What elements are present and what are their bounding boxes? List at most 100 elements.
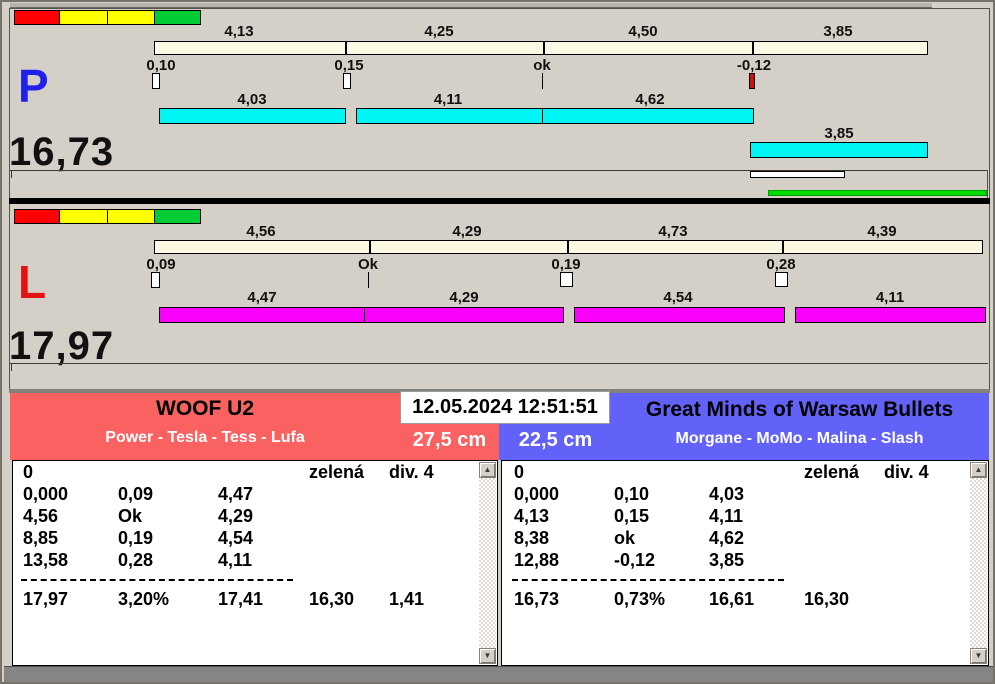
table-cell: 0,19 [118, 528, 154, 548]
start-tick [151, 272, 160, 288]
lane-l-letter: L [18, 256, 47, 308]
split-ruler-l [154, 240, 983, 254]
results-list-right[interactable]: 0 zelená div. 4 0,000 0,10 4,03 4,13 0,1… [501, 460, 989, 666]
table-cell: 0,000 [514, 484, 560, 504]
team-right-name: Great Minds of Warsaw Bullets [645, 398, 954, 421]
run-time-label: 4,47 [247, 289, 277, 306]
total-cell: 16,61 [709, 589, 755, 609]
start-tick [152, 73, 160, 89]
run-bar-l4 [795, 307, 986, 323]
run-time-label: 4,54 [663, 289, 693, 306]
status-bar [4, 666, 993, 682]
table-cell: 4,47 [218, 484, 254, 504]
table-cell: 8,85 [23, 528, 59, 548]
table-cell: Ok [118, 506, 143, 526]
start-mark-label: Ok [357, 256, 378, 273]
current-run-label: 3,85 [824, 125, 854, 142]
table-cell: 4,54 [218, 528, 254, 548]
status-light-yellow2 [107, 10, 155, 25]
results-list-left[interactable]: 0 zelená div. 4 0,000 0,09 4,47 4,56 Ok … [12, 460, 498, 666]
total-cell: 17,41 [218, 589, 264, 609]
total-cell: 16,30 [804, 589, 850, 609]
total-cell: 16,30 [309, 589, 355, 609]
table-cell: 0,10 [614, 484, 650, 504]
table-separator [21, 579, 293, 581]
split-label: 3,85 [823, 23, 853, 40]
run-bar-l2 [364, 307, 564, 323]
table-cell: 0,15 [614, 506, 650, 526]
scrollbar-right-table[interactable]: ▲ ▼ [970, 462, 987, 664]
team-right-members: Morgane - MoMo - Malina - Slash [675, 430, 924, 447]
table-cell: 3,85 [709, 550, 745, 570]
run-time-label: 4,62 [635, 91, 665, 108]
arrow-down-icon: ▼ [483, 651, 492, 660]
scroll-down-button[interactable]: ▼ [479, 648, 496, 664]
scroll-up-button[interactable]: ▲ [970, 462, 987, 478]
split-label: 4,29 [452, 223, 482, 240]
lane-divider [9, 198, 990, 204]
split-label: 4,56 [246, 223, 276, 240]
progress-marker-white [750, 171, 845, 178]
run-bar-p4 [750, 142, 928, 158]
table-separator [512, 579, 784, 581]
table-cell: 4,03 [709, 484, 745, 504]
run-time-label: 4,11 [433, 91, 463, 108]
start-tick [560, 272, 573, 287]
table-cell: zelená [804, 462, 860, 482]
table-cell: 13,58 [23, 550, 69, 570]
status-light-yellow2 [107, 209, 155, 224]
total-cell: 1,41 [389, 589, 425, 609]
start-mark-label: -0,12 [736, 57, 772, 74]
lane-l-total: 17,97 [9, 324, 115, 368]
team-left-name: WOOF U2 [156, 397, 254, 420]
scrollbar-left-table[interactable]: ▲ ▼ [479, 462, 496, 664]
split-label: 4,50 [628, 23, 658, 40]
arrow-down-icon: ▼ [974, 651, 983, 660]
table-cell: 4,56 [23, 506, 59, 526]
table-cell: zelená [309, 462, 365, 482]
jump-height-right: 22,5 cm [518, 429, 593, 451]
start-mark-label: 0,15 [334, 57, 364, 74]
table-cell: 0,28 [118, 550, 154, 570]
lane-p-total: 16,73 [9, 130, 115, 174]
start-tick [343, 73, 351, 89]
run-bar-l1 [159, 307, 365, 323]
run-time-label: 4,03 [237, 91, 267, 108]
progress-bar-green [768, 190, 987, 196]
table-cell: div. 4 [389, 462, 434, 482]
table-cell: 8,38 [514, 528, 550, 548]
timing-app-window: 4,13 4,25 4,50 3,85 0,10 0,15 ok -0,12 4… [0, 0, 995, 684]
status-light-yellow1 [59, 10, 108, 25]
split-label: 4,13 [224, 23, 254, 40]
scroll-down-button[interactable]: ▼ [970, 648, 987, 664]
split-label: 4,39 [867, 223, 897, 240]
lane-p-letter: P [18, 60, 49, 112]
start-mark-label: 0,09 [146, 256, 176, 273]
split-ruler-p [154, 41, 928, 55]
ruler-divider [543, 42, 545, 54]
table-cell: 4,13 [514, 506, 550, 526]
arrow-up-icon: ▲ [483, 465, 492, 474]
baseline-tick [11, 363, 12, 371]
ruler-divider [752, 42, 754, 54]
scroll-up-button[interactable]: ▲ [479, 462, 496, 478]
table-cell: 0,000 [23, 484, 69, 504]
start-mark-label: 0,10 [146, 57, 176, 74]
total-cell: 0,73% [614, 589, 666, 609]
arrow-up-icon: ▲ [974, 465, 983, 474]
run-time-label: 4,11 [875, 289, 905, 306]
table-cell: 4,29 [218, 506, 254, 526]
status-light-green [154, 209, 201, 224]
status-light-red [14, 10, 60, 25]
table-cell: 4,62 [709, 528, 745, 548]
total-cell: 17,97 [23, 589, 69, 609]
run-bar-l3 [574, 307, 785, 323]
baseline-tick [11, 170, 12, 178]
team-left-members: Power - Tesla - Tess - Lufa [105, 429, 305, 446]
run-bar-p3 [542, 108, 754, 124]
total-cell: 3,20% [118, 589, 170, 609]
table-cell: 4,11 [218, 550, 253, 570]
run-bar-p1 [159, 108, 346, 124]
ruler-divider [782, 241, 784, 253]
split-label: 4,73 [658, 223, 688, 240]
